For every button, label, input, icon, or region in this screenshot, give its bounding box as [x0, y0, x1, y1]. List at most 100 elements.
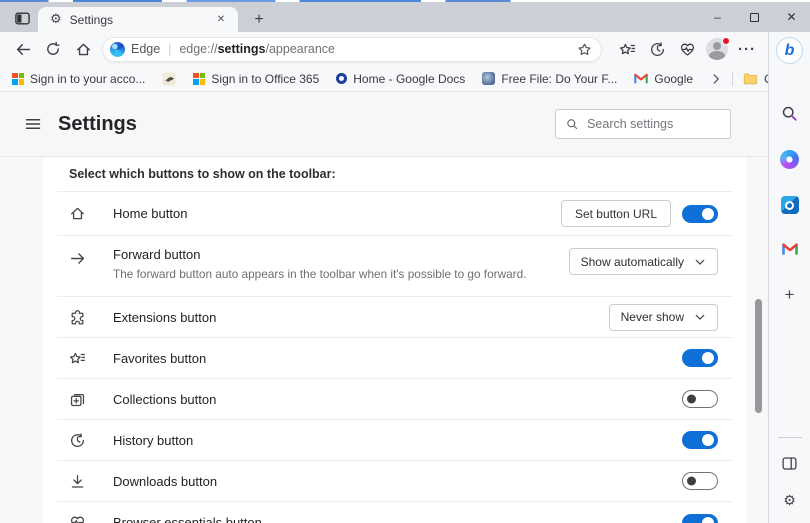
settings-menu-button[interactable]	[22, 113, 44, 135]
favorites-button-toggle[interactable]	[682, 349, 718, 367]
favorites-star-icon	[69, 350, 86, 367]
scrollbar[interactable]	[755, 157, 763, 523]
favorite-item-signin-account[interactable]: Sign in to your acco...	[12, 72, 145, 86]
tab-actions-icon	[14, 10, 31, 27]
gear-icon: ⚙	[783, 493, 796, 509]
toggle-knob	[702, 208, 714, 220]
tab-actions-button[interactable]	[12, 8, 32, 28]
forward-button-dropdown[interactable]: Show automatically	[569, 248, 718, 275]
microsoft-logo-icon	[12, 73, 24, 85]
settings-row-favorites-button: Favorites button	[57, 338, 732, 379]
sidebar-divider	[778, 437, 802, 438]
favorites-divider	[732, 72, 733, 86]
folder-icon	[743, 72, 758, 85]
downloads-button-toggle[interactable]	[682, 472, 718, 490]
sidebar-panel-toggle-button[interactable]	[776, 450, 804, 476]
favorite-item-bird[interactable]	[162, 72, 176, 86]
bing-chat-button[interactable]: b	[776, 37, 803, 64]
favorite-this-page-button[interactable]	[577, 42, 592, 57]
profile-button[interactable]	[702, 35, 732, 63]
address-bar[interactable]: Edge | edge://settings/appearance	[102, 37, 602, 62]
history-clock-icon	[69, 432, 86, 449]
add-sidebar-item-button[interactable]: +	[776, 282, 804, 308]
notification-dot	[722, 37, 730, 45]
favorite-item-google-docs[interactable]: Home - Google Docs	[336, 72, 465, 86]
sidebar-search-button[interactable]	[776, 100, 804, 126]
gmail-button[interactable]	[776, 236, 804, 262]
settings-search[interactable]	[555, 109, 731, 139]
copilot-button[interactable]	[776, 146, 804, 172]
row-description: The forward button auto appears in the t…	[113, 267, 526, 281]
sidebar-settings-button[interactable]: ⚙	[776, 488, 804, 514]
minimize-button[interactable]: –	[699, 2, 736, 32]
toggle-knob	[702, 352, 714, 364]
maximize-button[interactable]	[736, 2, 773, 32]
dropdown-value: Never show	[621, 310, 684, 324]
gear-icon: ⚙	[50, 12, 62, 27]
window-controls: – ✕	[699, 2, 810, 32]
toggle-knob	[702, 434, 714, 446]
row-label: Collections button	[113, 392, 216, 407]
settings-content: Select which buttons to show on the tool…	[0, 156, 768, 523]
search-input[interactable]	[587, 117, 720, 131]
chevron-right-icon	[710, 73, 722, 85]
edge-sidebar: b + ⚙	[768, 32, 810, 523]
url-text: edge://settings/appearance	[179, 42, 335, 56]
toolbar-right-icons: ···	[612, 35, 762, 63]
back-arrow-icon	[15, 41, 32, 58]
toggle-knob	[702, 517, 714, 523]
tab-close-button[interactable]: ✕	[212, 11, 230, 29]
settings-and-more-button[interactable]: ···	[732, 35, 762, 63]
outlook-button[interactable]	[776, 192, 804, 218]
browser-essentials-button-toggle[interactable]	[682, 514, 718, 523]
row-label: Downloads button	[113, 474, 217, 489]
browser-essentials-heart-icon	[69, 514, 86, 523]
downloads-arrow-icon	[69, 473, 86, 490]
refresh-button[interactable]	[38, 35, 68, 63]
tab-settings[interactable]: ⚙ Settings ✕	[38, 7, 238, 32]
settings-row-collections-button: Collections button	[57, 379, 732, 420]
home-button[interactable]	[68, 35, 98, 63]
favorites-bar: Sign in to your acco... Sign in to Offic…	[0, 66, 768, 92]
favorite-item-free-file[interactable]: Free File: Do Your F...	[482, 72, 617, 86]
history-button-toggle[interactable]	[682, 431, 718, 449]
settings-header: Settings	[0, 92, 768, 156]
row-label: History button	[113, 433, 193, 448]
row-label: Extensions button	[113, 310, 216, 325]
settings-row-extensions-button: Extensions button Never show	[57, 297, 732, 338]
home-icon	[69, 205, 86, 222]
favorites-button[interactable]	[612, 35, 642, 63]
new-tab-button[interactable]: +	[248, 9, 270, 31]
favorite-label: Google	[654, 72, 693, 86]
home-button-toggle[interactable]	[682, 205, 718, 223]
settings-row-downloads-button: Downloads button	[57, 461, 732, 502]
search-icon	[566, 117, 578, 131]
history-button[interactable]	[642, 35, 672, 63]
favorites-overflow-button[interactable]	[710, 73, 722, 85]
favorite-item-office365[interactable]: Sign in to Office 365	[193, 72, 319, 86]
chevron-down-icon	[694, 311, 706, 323]
favorite-item-google[interactable]: Google	[634, 72, 693, 86]
page-title: Settings	[58, 113, 137, 136]
address-separator: |	[166, 42, 173, 56]
back-button[interactable]	[8, 35, 38, 63]
ellipsis-icon: ···	[738, 41, 756, 58]
settings-row-history-button: History button	[57, 420, 732, 461]
toggle-knob	[687, 477, 696, 486]
section-title: Select which buttons to show on the tool…	[57, 157, 732, 192]
row-label: Forward button	[113, 247, 526, 262]
gmail-icon	[782, 243, 798, 255]
browser-essentials-button[interactable]	[672, 35, 702, 63]
plus-icon: +	[785, 285, 795, 305]
set-button-url-button[interactable]: Set button URL	[561, 200, 671, 227]
close-button[interactable]: ✕	[773, 2, 810, 32]
chevron-down-icon	[694, 256, 706, 268]
settings-card: Select which buttons to show on the tool…	[43, 157, 746, 523]
site-label: Edge	[131, 42, 160, 56]
extensions-button-dropdown[interactable]: Never show	[609, 304, 718, 331]
row-label: Favorites button	[113, 351, 206, 366]
panel-toggle-icon	[781, 455, 798, 472]
refresh-icon	[45, 41, 61, 57]
collections-button-toggle[interactable]	[682, 390, 718, 408]
scrollbar-thumb[interactable]	[755, 299, 762, 413]
